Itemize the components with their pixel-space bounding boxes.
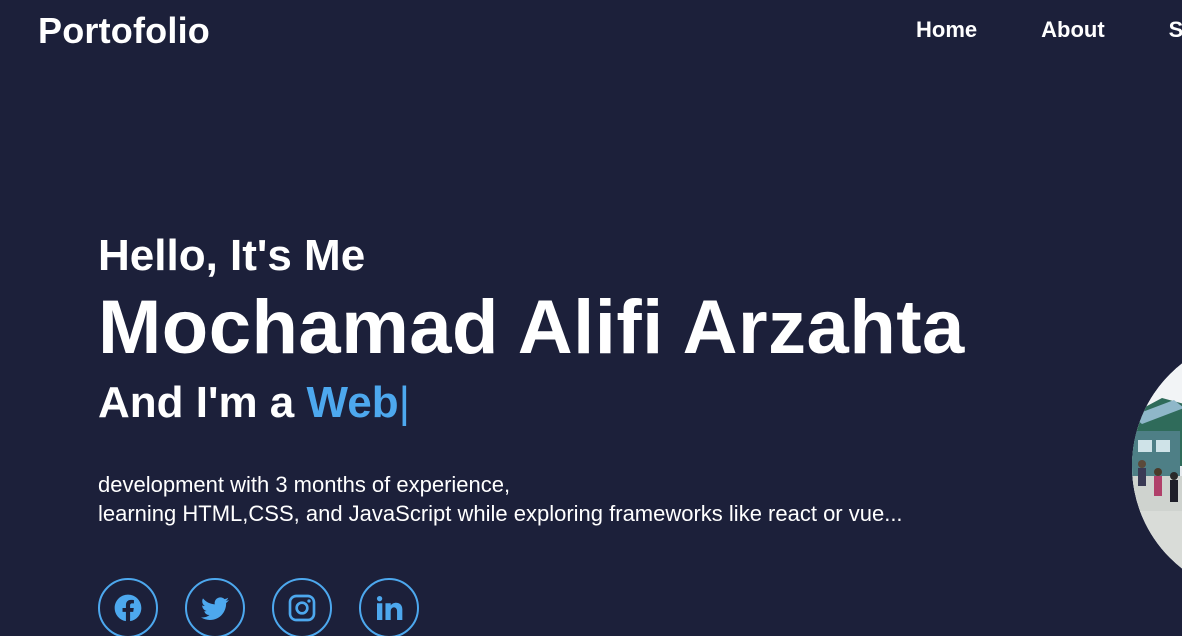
main-nav: Home About S (916, 17, 1182, 43)
typing-cursor: | (398, 378, 411, 427)
facebook-icon (114, 594, 142, 622)
profile-photo (1132, 336, 1182, 596)
hero-section: Hello, It's Me Mochamad Alifi Arzahta An… (98, 228, 965, 528)
hero-name: Mochamad Alifi Arzahta (98, 285, 965, 370)
hero-role: And I'm a Web| (98, 372, 965, 434)
hero-description: development with 3 months of experience,… (98, 470, 965, 528)
instagram-icon (288, 594, 316, 622)
facebook-link[interactable] (98, 578, 158, 636)
twitter-link[interactable] (185, 578, 245, 636)
linkedin-link[interactable] (359, 578, 419, 636)
description-line-1: development with 3 months of experience, (98, 472, 511, 497)
role-prefix: And I'm a (98, 378, 307, 427)
nav-home[interactable]: Home (916, 17, 977, 43)
linkedin-icon (376, 595, 403, 620)
social-links (98, 578, 419, 636)
nav-item-partial[interactable]: S (1169, 17, 1182, 43)
instagram-link[interactable] (272, 578, 332, 636)
description-line-2: learning HTML,CSS, and JavaScript while … (98, 501, 903, 526)
hero-greeting: Hello, It's Me (98, 231, 366, 280)
typed-role-text: Web (306, 378, 399, 427)
site-logo[interactable]: Portofolio (38, 10, 210, 52)
profile-photo-image (1132, 336, 1182, 596)
nav-about[interactable]: About (1041, 17, 1105, 43)
twitter-icon (201, 597, 229, 620)
portfolio-page: Portofolio Home About S Hello, It's Me M… (0, 0, 1182, 636)
